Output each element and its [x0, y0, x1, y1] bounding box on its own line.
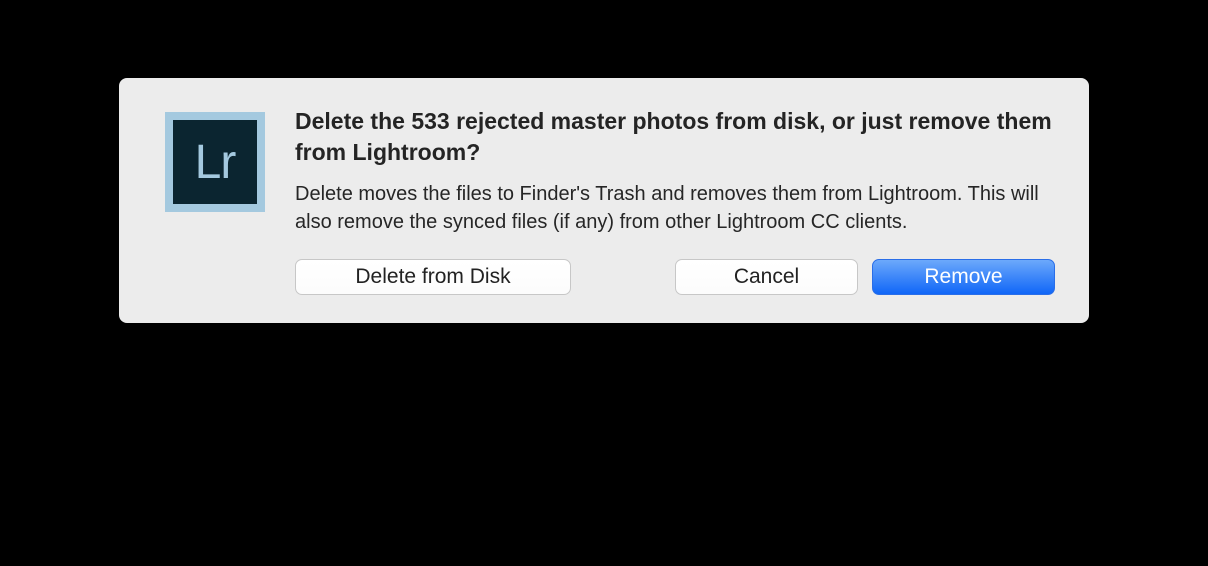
dialog-heading: Delete the 533 rejected master photos fr… [295, 106, 1055, 168]
delete-from-disk-button[interactable]: Delete from Disk [295, 259, 571, 295]
lightroom-icon: Lr [165, 112, 265, 212]
dialog-content: Delete the 533 rejected master photos fr… [295, 106, 1061, 295]
confirmation-dialog: Lr Delete the 533 rejected master photos… [119, 78, 1089, 323]
dialog-body-text: Delete moves the files to Finder's Trash… [295, 180, 1055, 237]
dialog-button-row: Delete from Disk Cancel Remove [295, 259, 1055, 295]
remove-button[interactable]: Remove [872, 259, 1055, 295]
cancel-button[interactable]: Cancel [675, 259, 858, 295]
lightroom-icon-inner: Lr [173, 120, 257, 204]
app-icon-container: Lr [147, 106, 265, 295]
